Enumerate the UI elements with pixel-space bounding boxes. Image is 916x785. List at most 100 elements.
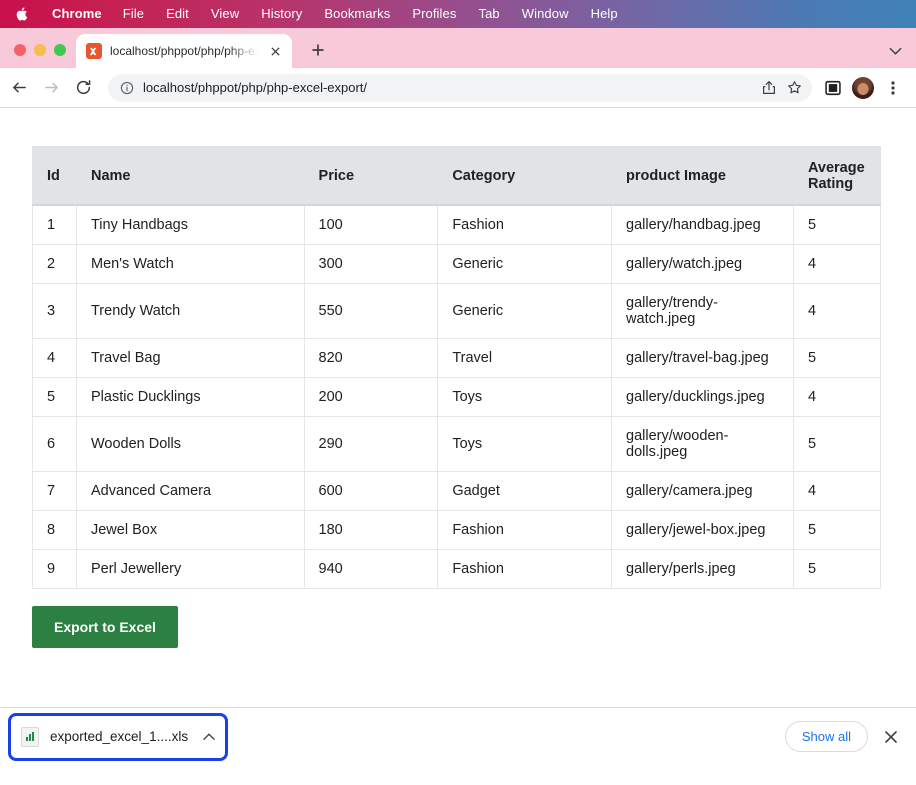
column-header-name: Name (75, 146, 305, 206)
table-body: 1 Tiny Handbags 100 Fashion gallery/handbag.… (32, 204, 882, 589)
column-header-price: Price (303, 146, 439, 206)
kebab-menu-icon[interactable] (880, 75, 906, 101)
cell-average-rating: 5 (792, 204, 882, 245)
column-header-category: Category (437, 146, 613, 206)
cell-product-image: gallery/trendy-watch.jpeg (611, 283, 794, 339)
column-header-product-image: product Image (611, 146, 794, 206)
table-row: 5 Plastic Ducklings 200 Toys gallery/ducklin… (32, 377, 882, 417)
forward-arrow-icon[interactable] (36, 73, 66, 103)
cell-id: 5 (32, 377, 77, 417)
cell-category: Fashion (437, 204, 613, 245)
menu-item-file[interactable]: File (112, 0, 155, 28)
browser-toolbar: localhost/phppot/php/php-excel-export/ (0, 68, 916, 108)
cell-category: Fashion (437, 510, 613, 550)
share-icon[interactable] (762, 80, 776, 95)
cell-category: Gadget (437, 471, 613, 511)
cell-name: Travel Bag (75, 338, 305, 378)
back-arrow-icon[interactable] (4, 73, 34, 103)
cell-id: 2 (32, 244, 77, 284)
column-header-average-rating: Average Rating (792, 146, 882, 206)
menu-item-chrome[interactable]: Chrome (42, 0, 112, 28)
address-bar[interactable]: localhost/phppot/php/php-excel-export/ (108, 73, 812, 102)
new-tab-button[interactable] (304, 36, 332, 64)
download-shelf-actions: Show all (784, 721, 902, 752)
menu-item-view[interactable]: View (200, 0, 250, 28)
cell-price: 300 (303, 244, 439, 284)
cell-name: Advanced Camera (75, 471, 305, 511)
close-icon[interactable] (266, 42, 284, 60)
apple-logo-icon[interactable] (12, 4, 30, 24)
menu-item-help[interactable]: Help (580, 0, 629, 28)
cell-category: Generic (437, 244, 613, 284)
products-table: Id Name Price Category product Image Ave… (32, 146, 882, 589)
menu-item-history[interactable]: History (250, 0, 313, 28)
chevron-up-icon[interactable] (203, 730, 215, 744)
cell-id: 4 (32, 338, 77, 378)
cell-name: Trendy Watch (75, 283, 305, 339)
side-panel-icon[interactable] (820, 75, 846, 101)
cell-category: Generic (437, 283, 613, 339)
avatar[interactable] (852, 76, 874, 99)
table-header-row: Id Name Price Category product Image Ave… (32, 146, 882, 206)
cell-average-rating: 5 (792, 510, 882, 550)
close-icon[interactable] (880, 726, 902, 748)
reload-icon[interactable] (68, 73, 98, 103)
download-file-name: exported_excel_1....xls (50, 729, 189, 744)
cell-id: 9 (32, 549, 77, 589)
table-row: 3 Trendy Watch 550 Generic gallery/trendy-wa… (32, 283, 882, 339)
cell-average-rating: 4 (792, 377, 882, 417)
download-item[interactable]: exported_excel_1....xls (8, 712, 229, 761)
cell-product-image: gallery/travel-bag.jpeg (611, 338, 794, 378)
table-row: 4 Travel Bag 820 Travel gallery/travel-bag.j… (32, 338, 882, 378)
cell-price: 180 (303, 510, 439, 550)
cell-product-image: gallery/perls.jpeg (611, 549, 794, 589)
cell-id: 6 (32, 416, 77, 472)
maximize-window-button[interactable] (54, 44, 66, 56)
cell-average-rating: 5 (792, 416, 882, 472)
cell-average-rating: 4 (792, 471, 882, 511)
table-row: 9 Perl Jewellery 940 Fashion gallery/perls.j… (32, 549, 882, 589)
export-to-excel-button[interactable]: Export to Excel (32, 606, 178, 648)
cell-price: 940 (303, 549, 439, 589)
menu-item-window[interactable]: Window (511, 0, 580, 28)
cell-price: 550 (303, 283, 439, 339)
chevron-down-icon[interactable] (889, 44, 902, 58)
cell-average-rating: 5 (792, 338, 882, 378)
show-all-downloads-button[interactable]: Show all (784, 721, 868, 752)
os-menu-bar: Chrome File Edit View History Bookmarks … (0, 0, 916, 28)
site-favicon (86, 43, 102, 59)
cell-name: Men's Watch (75, 244, 305, 284)
menu-item-bookmarks[interactable]: Bookmarks (313, 0, 401, 28)
menu-item-profiles[interactable]: Profiles (401, 0, 467, 28)
menu-item-edit[interactable]: Edit (155, 0, 200, 28)
info-circle-icon[interactable] (120, 81, 134, 95)
table-row: 7 Advanced Camera 600 Gadget gallery/camera.… (32, 471, 882, 511)
cell-price: 100 (303, 204, 439, 245)
cell-name: Wooden Dolls (75, 416, 305, 472)
address-bar-url[interactable]: localhost/phppot/php/php-excel-export/ (143, 80, 753, 95)
star-icon[interactable] (787, 80, 802, 95)
table-row: 6 Wooden Dolls 290 Toys gallery/wooden-dolls… (32, 416, 882, 472)
window-controls (0, 44, 76, 68)
cell-product-image: gallery/watch.jpeg (611, 244, 794, 284)
menu-item-tab[interactable]: Tab (467, 0, 510, 28)
table-row: 8 Jewel Box 180 Fashion gallery/jewel-box.jp… (32, 510, 882, 550)
cell-name: Plastic Ducklings (75, 377, 305, 417)
cell-average-rating: 5 (792, 549, 882, 589)
browser-tab-active[interactable]: localhost/phppot/php/php-exce (76, 34, 292, 68)
cell-category: Fashion (437, 549, 613, 589)
cell-id: 7 (32, 471, 77, 511)
download-shelf: exported_excel_1....xls Show all (0, 707, 916, 765)
cell-category: Toys (437, 377, 613, 417)
cell-price: 290 (303, 416, 439, 472)
cell-name: Jewel Box (75, 510, 305, 550)
cell-average-rating: 4 (792, 244, 882, 284)
cell-product-image: gallery/jewel-box.jpeg (611, 510, 794, 550)
close-window-button[interactable] (14, 44, 26, 56)
cell-category: Travel (437, 338, 613, 378)
column-header-id: Id (32, 146, 77, 206)
cell-name: Perl Jewellery (75, 549, 305, 589)
cell-product-image: gallery/ducklings.jpeg (611, 377, 794, 417)
cell-id: 8 (32, 510, 77, 550)
minimize-window-button[interactable] (34, 44, 46, 56)
